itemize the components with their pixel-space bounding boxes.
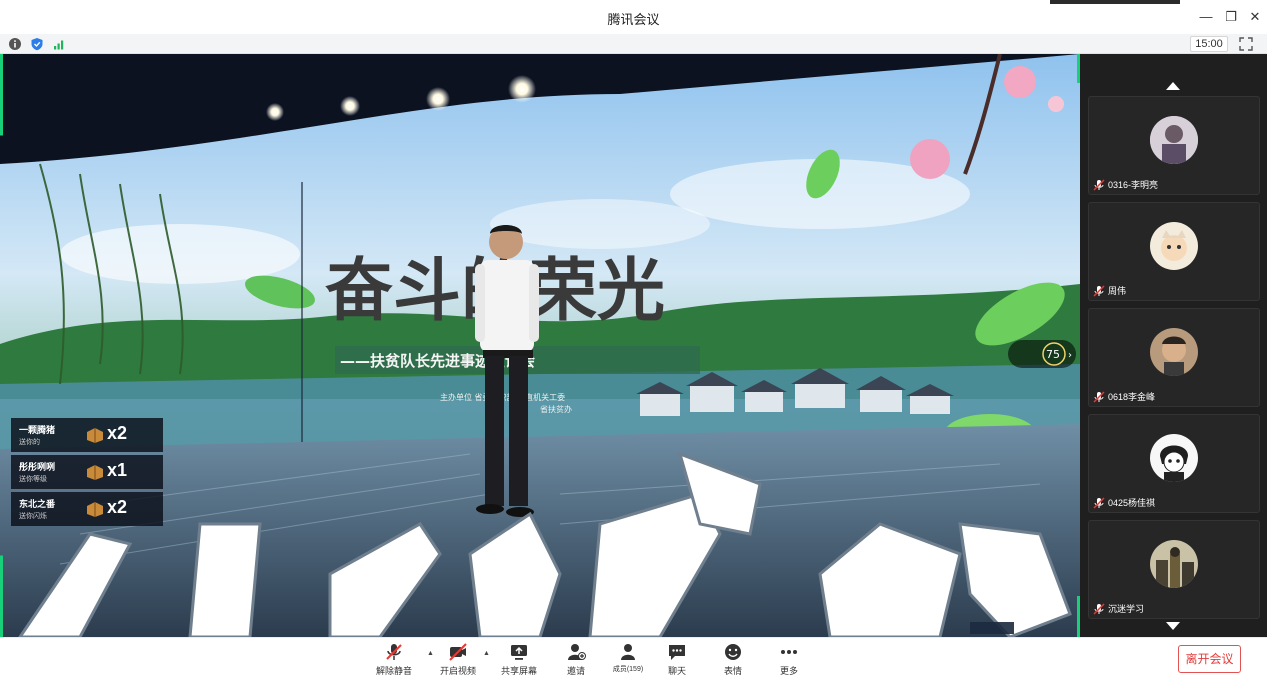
mic-muted-icon xyxy=(1093,602,1105,615)
chat-icon xyxy=(669,645,685,660)
gift-subtext: 送你等级 xyxy=(19,476,47,483)
gift-tag: 东北之番 送你闪烁 x2 xyxy=(11,492,163,526)
leave-meeting-button[interactable]: 离开会议 xyxy=(1178,645,1241,673)
share-screen-button[interactable]: 共享屏幕 xyxy=(493,642,545,678)
fullscreen-icon[interactable] xyxy=(1238,36,1254,52)
reactions-button[interactable]: 表情 xyxy=(707,642,759,678)
window-title: 腾讯会议 xyxy=(607,12,660,27)
gift-tag: 一颗腾猪 送你的 x2 xyxy=(11,418,163,452)
participant-tile[interactable]: 0618李金峰 xyxy=(1088,308,1260,407)
scroll-down-arrow-icon[interactable] xyxy=(1166,622,1180,630)
avatar xyxy=(1150,116,1198,164)
gift-icon xyxy=(87,502,103,517)
meeting-info-bar: 15:00 xyxy=(0,34,1267,54)
title-accent-bar xyxy=(1050,0,1180,4)
gift-count: x1 xyxy=(107,460,128,480)
signal-icon[interactable] xyxy=(52,37,66,51)
avatar xyxy=(1150,434,1198,482)
svg-text:75: 75 xyxy=(1046,348,1060,361)
gift-count: x2 xyxy=(107,423,128,443)
mic-muted-icon xyxy=(1093,496,1105,509)
reactions-label: 表情 xyxy=(723,666,742,676)
unmute-button[interactable]: 解除静音 xyxy=(368,642,420,678)
gift-subtext: 送你的 xyxy=(19,439,40,446)
participant-tile[interactable]: 沉迷学习 xyxy=(1088,520,1260,619)
participant-tile[interactable]: 周伟 xyxy=(1088,202,1260,301)
title-bar: 腾讯会议 — ❐ ✕ xyxy=(0,0,1267,34)
mic-muted-icon xyxy=(1093,178,1105,191)
gift-subtext: 送你闪烁 xyxy=(19,513,47,520)
emoji-icon xyxy=(725,644,741,660)
info-icon[interactable] xyxy=(8,37,22,51)
gift-list: 一颗腾猪 送你的 x2 彤彤咧咧 送你等级 x1 东北之番 送你闪烁 x2 xyxy=(11,418,163,529)
svg-text:›: › xyxy=(1068,350,1072,361)
scroll-up-arrow-icon[interactable] xyxy=(1166,82,1180,90)
participant-name: 沉迷学习 xyxy=(1108,604,1145,614)
meeting-toolbar: 解除静音 ▲ 开启视频 ▲ 共享屏幕 邀请 成员(159) 聊天 表情 更多 离… xyxy=(0,637,1267,681)
gift-icon xyxy=(87,428,103,443)
gift-tag: 彤彤咧咧 送你等级 x1 xyxy=(11,455,163,489)
stage-scene: 奋斗的荣光 ——扶贫队长先进事迹宣讲会 主办单位 省委组织部 省直机关工委 省扶… xyxy=(0,54,1080,637)
gift-count: x2 xyxy=(107,497,128,517)
avatar xyxy=(1150,222,1198,270)
restore-button[interactable]: ❐ xyxy=(1221,8,1241,26)
camera-off-icon xyxy=(449,643,467,661)
viewer-count-badge: 75 › xyxy=(1008,340,1076,368)
participant-tile[interactable]: 0425杨佳祺 xyxy=(1088,414,1260,513)
chat-label: 聊天 xyxy=(667,666,686,676)
members-button[interactable]: 成员(159) xyxy=(602,642,654,678)
active-speaker-border-left xyxy=(0,54,3,637)
unmute-label: 解除静音 xyxy=(375,666,412,676)
participant-tile[interactable]: 0316-李明亮 xyxy=(1088,96,1260,195)
close-button[interactable]: ✕ xyxy=(1245,8,1265,26)
participant-name: 0425杨佳祺 xyxy=(1108,498,1156,508)
start-video-button[interactable]: 开启视频 xyxy=(432,642,484,678)
start-video-label: 开启视频 xyxy=(439,666,476,676)
avatar xyxy=(1150,328,1198,376)
invite-button[interactable]: 邀请 xyxy=(550,642,602,678)
participant-name: 0316-李明亮 xyxy=(1108,180,1159,190)
members-label: 成员(159) xyxy=(612,666,644,673)
meeting-timer: 15:00 xyxy=(1190,36,1228,52)
share-screen-icon xyxy=(511,645,527,660)
more-dots-icon xyxy=(781,650,797,654)
more-label: 更多 xyxy=(779,666,798,676)
participant-name: 周伟 xyxy=(1108,286,1127,296)
add-user-icon xyxy=(568,644,586,660)
gift-icon xyxy=(87,465,103,480)
mic-muted-icon xyxy=(386,644,402,660)
invite-label: 邀请 xyxy=(566,666,585,676)
mic-muted-icon xyxy=(1093,390,1105,403)
shield-icon[interactable] xyxy=(30,37,44,51)
chat-button[interactable]: 聊天 xyxy=(651,642,703,678)
main-video[interactable]: 奋斗的荣光 ——扶贫队长先进事迹宣讲会 主办单位 省委组织部 省直机关工委 省扶… xyxy=(0,54,1080,637)
gift-sender: 彤彤咧咧 xyxy=(19,462,56,472)
minimize-button[interactable]: — xyxy=(1196,8,1216,26)
share-screen-label: 共享屏幕 xyxy=(500,666,537,676)
more-button[interactable]: 更多 xyxy=(763,642,815,678)
gift-sender: 东北之番 xyxy=(19,499,56,509)
members-icon xyxy=(621,644,635,660)
gift-sender: 一颗腾猪 xyxy=(19,425,56,435)
participant-panel: 0316-李明亮 周伟 0618李金峰 0425杨佳祺 沉迷学习 xyxy=(1080,54,1267,637)
organizer-line-2: 省扶贫办 xyxy=(540,404,572,414)
video-options-caret-icon[interactable]: ▲ xyxy=(483,650,491,658)
mic-muted-icon xyxy=(1093,284,1105,297)
participant-name: 0618李金峰 xyxy=(1108,392,1156,402)
avatar xyxy=(1150,540,1198,588)
